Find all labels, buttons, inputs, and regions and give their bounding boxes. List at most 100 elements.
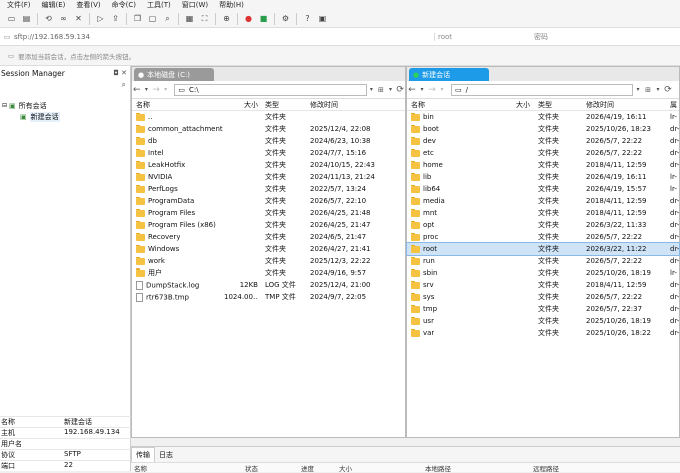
session-search[interactable]: ⌕	[0, 80, 130, 90]
paste-icon[interactable]: ▢	[147, 13, 158, 24]
disconnect-icon[interactable]: ✕	[73, 13, 84, 24]
menu-tools[interactable]: 工具(T)	[140, 0, 175, 10]
table-row[interactable]: ProgramData 文件夹 2026/5/7, 22:10	[132, 195, 405, 207]
copy-icon[interactable]: ❐	[132, 13, 143, 24]
user-field[interactable]: root	[434, 32, 494, 41]
table-row[interactable]: db 文件夹 2024/6/23, 10:38	[132, 135, 405, 147]
tab-log[interactable]: 日志	[155, 447, 177, 462]
table-row[interactable]: usr 文件夹 2025/10/26, 18:19 dr-	[407, 315, 679, 327]
table-row[interactable]: work 文件夹 2025/12/3, 22:22	[132, 255, 405, 267]
menu-window[interactable]: 窗口(W)	[175, 0, 212, 10]
chat-icon[interactable]: ▣	[317, 13, 328, 24]
tab-transfer[interactable]: 传输	[131, 447, 155, 462]
menu-edit[interactable]: 编辑(E)	[35, 0, 70, 10]
dropdown-icon[interactable]: ▾	[367, 86, 377, 93]
table-row[interactable]: srv 文件夹 2018/4/11, 12:59 dr-	[407, 279, 679, 291]
table-row[interactable]: NVIDIA 文件夹 2024/11/13, 21:24	[132, 171, 405, 183]
forward-icon[interactable]: →	[151, 85, 161, 95]
table-row[interactable]: DumpStack.log 12KB LOG 文件 2025/12/4, 21:00	[132, 279, 405, 291]
column-modified[interactable]: 修改时间	[310, 100, 338, 110]
menu-help[interactable]: 帮助(H)	[212, 0, 248, 10]
open-folder-icon[interactable]: ▤	[21, 13, 32, 24]
table-row[interactable]: common_attachment 文件夹 2025/12/4, 22:08	[132, 123, 405, 135]
tree-item-new-session[interactable]: ▣ 新建会话	[0, 111, 130, 122]
forward-icon[interactable]: →	[427, 85, 437, 95]
table-row[interactable]: Intel 文件夹 2024/7/7, 15:16	[132, 147, 405, 159]
dropdown-icon[interactable]: ▾	[161, 86, 171, 93]
table-row[interactable]: mnt 文件夹 2018/4/11, 12:59 dr-	[407, 207, 679, 219]
column-attributes[interactable]: 属	[670, 100, 677, 110]
column-type[interactable]: 类型	[538, 100, 552, 110]
column-type[interactable]: 类型	[265, 100, 279, 110]
terminal-icon[interactable]: ▷	[95, 13, 106, 24]
gear-icon[interactable]: ⚙	[280, 13, 291, 24]
back-icon[interactable]: ←	[132, 85, 142, 95]
layout-icon[interactable]: ▦	[184, 13, 195, 24]
column-modified[interactable]: 修改时间	[586, 100, 614, 110]
column-size[interactable]: 大小	[516, 100, 530, 110]
table-row[interactable]: sbin 文件夹 2025/10/26, 18:19 lr-	[407, 267, 679, 279]
upload-icon[interactable]: ⇪	[110, 13, 121, 24]
tab-local[interactable]: ● 本地磁盘 (C:)	[134, 68, 214, 81]
globe-icon[interactable]: ⊕	[221, 13, 232, 24]
menu-command[interactable]: 命令(C)	[105, 0, 140, 10]
help-icon[interactable]: ?	[302, 13, 313, 24]
table-row[interactable]: run 文件夹 2026/5/7, 22:22 dr-	[407, 255, 679, 267]
dropdown-icon[interactable]: ▾	[386, 86, 396, 93]
menu-file[interactable]: 文件(F)	[0, 0, 35, 10]
table-row[interactable]: bin 文件夹 2026/4/19, 16:11 lr-	[407, 111, 679, 123]
table-row[interactable]: LeakHotfix 文件夹 2024/10/15, 22:43	[132, 159, 405, 171]
fullscreen-icon[interactable]: ⛶	[199, 13, 210, 24]
refresh-icon[interactable]: ⟳	[663, 85, 673, 95]
local-path-input[interactable]: ▭ C:\	[174, 83, 367, 96]
password-field[interactable]: 密码	[494, 32, 548, 42]
dropdown-icon[interactable]: ▾	[142, 86, 152, 93]
connect-icon[interactable]: ⟲	[43, 13, 54, 24]
menu-view[interactable]: 查看(V)	[69, 0, 104, 10]
dropdown-icon[interactable]: ▾	[653, 86, 663, 93]
new-session-icon[interactable]: ▭	[6, 13, 17, 24]
table-row[interactable]: PerfLogs 文件夹 2022/5/7, 13:24	[132, 183, 405, 195]
dropdown-icon[interactable]: ▾	[437, 86, 447, 93]
tree-item-all-sessions[interactable]: ⊟ ▣ 所有会话	[0, 100, 130, 111]
table-row[interactable]: Recovery 文件夹 2024/6/5, 21:47	[132, 231, 405, 243]
table-row[interactable]: rtr673B.tmp 1024.00... TMP 文件 2024/9/7, 22:…	[132, 291, 405, 303]
table-row[interactable]: opt 文件夹 2026/3/22, 11:33 dr-	[407, 219, 679, 231]
table-row[interactable]: etc 文件夹 2026/5/7, 22:22 dr-	[407, 147, 679, 159]
table-row[interactable]: media 文件夹 2018/4/11, 12:59 dr-	[407, 195, 679, 207]
column-name[interactable]: 名称	[136, 100, 150, 110]
script-icon[interactable]: ●	[243, 13, 254, 24]
back-icon[interactable]: ←	[407, 85, 417, 95]
remote-path-input[interactable]: ▭ /	[451, 83, 633, 96]
table-row[interactable]: Program Files (x86) 文件夹 2026/4/25, 21:47	[132, 219, 405, 231]
new-folder-icon[interactable]: ⊞	[643, 86, 653, 94]
column-size[interactable]: 大小	[244, 100, 258, 110]
pin-close-icons[interactable]: ◘ ✕	[113, 69, 127, 77]
table-row[interactable]: var 文件夹 2025/10/26, 18:22 dr-	[407, 327, 679, 339]
table-row[interactable]: dev 文件夹 2026/5/7, 22:22 dr-	[407, 135, 679, 147]
table-row[interactable]: boot 文件夹 2025/10/26, 18:23 dr-	[407, 123, 679, 135]
table-row[interactable]: Windows 文件夹 2026/4/27, 21:41	[132, 243, 405, 255]
table-row[interactable]: sys 文件夹 2026/5/7, 22:22 dr-	[407, 291, 679, 303]
table-row[interactable]: lib 文件夹 2026/4/19, 16:11 lr-	[407, 171, 679, 183]
table-row[interactable]: home 文件夹 2018/4/11, 12:59 dr-	[407, 159, 679, 171]
table-row[interactable]: root 文件夹 2026/3/22, 11:22 dr-	[406, 242, 680, 256]
dropdown-icon[interactable]: ▾	[633, 86, 643, 93]
tab-remote[interactable]: ● 新建会话	[409, 68, 489, 81]
new-folder-icon[interactable]: ⊞	[376, 86, 386, 94]
table-row[interactable]: Program Files 文件夹 2026/4/25, 21:48	[132, 207, 405, 219]
search-icon[interactable]: ⌕	[162, 13, 173, 24]
address-input[interactable]: sftp://192.168.59.134	[14, 33, 434, 41]
table-row[interactable]: lib64 文件夹 2026/4/19, 15:57 lr-	[407, 183, 679, 195]
table-row[interactable]: proc 文件夹 2026/5/7, 22:22 dr-	[407, 231, 679, 243]
table-row[interactable]: 用户 文件夹 2024/9/16, 9:57	[132, 267, 405, 279]
table-row[interactable]: tmp 文件夹 2026/5/7, 22:37 dr-	[407, 303, 679, 315]
column-name[interactable]: 名称	[411, 100, 425, 110]
collapse-icon[interactable]: ⊟	[2, 102, 7, 109]
table-row[interactable]: .. 文件夹	[132, 111, 405, 123]
dropdown-icon[interactable]: ▾	[417, 86, 427, 93]
link-icon[interactable]: ∞	[58, 13, 69, 24]
refresh-icon[interactable]: ⟳	[395, 85, 405, 95]
search-icon[interactable]: ⌕	[122, 80, 126, 89]
transfer-icon[interactable]: ■	[258, 13, 269, 24]
